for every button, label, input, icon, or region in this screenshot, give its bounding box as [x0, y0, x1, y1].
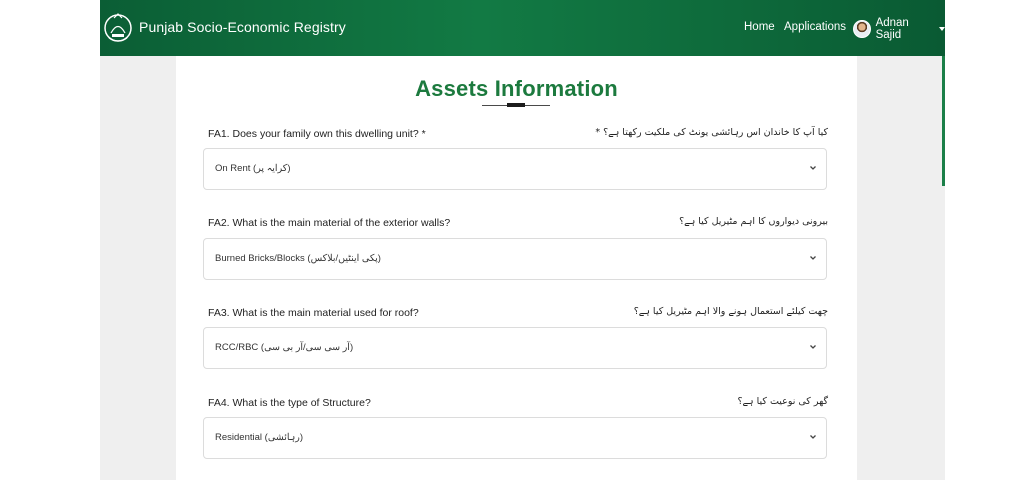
- question-label-fa1: FA1. Does your family own this dwelling …: [208, 128, 426, 140]
- title-underline-accent: [507, 103, 525, 107]
- assets-form-card: Assets Information FA1. Does your family…: [176, 56, 857, 480]
- chevron-down-icon: [810, 345, 816, 349]
- select-value: Residential (رہائشی): [215, 432, 304, 443]
- question-label-fa4: FA4. What is the type of Structure?: [208, 397, 371, 409]
- question-urdu-fa2: بیرونی دیواروں کا اہم مٹیریل کیا ہے؟: [679, 216, 828, 227]
- punjab-emblem-icon[interactable]: [102, 10, 134, 46]
- page-title: Assets Information: [415, 76, 618, 101]
- scroll-indicator: [942, 56, 945, 186]
- select-value: RCC/RBC (آر سی سی/آر بی سی): [215, 342, 354, 353]
- avatar: [853, 20, 871, 38]
- user-name: Adnan Sajid: [875, 17, 909, 41]
- question-label-fa3: FA3. What is the main material used for …: [208, 307, 419, 319]
- select-fa1-dwelling-ownership[interactable]: On Rent (کرایہ پر): [203, 148, 827, 190]
- question-urdu-fa3: چھت کیلئے استعمال ہونے والا اہم مٹیریل ک…: [633, 306, 828, 317]
- nav-applications-link[interactable]: Applications: [784, 21, 846, 33]
- select-fa3-roof-material[interactable]: RCC/RBC (آر سی سی/آر بی سی): [203, 327, 827, 369]
- user-menu[interactable]: Adnan Sajid: [853, 17, 945, 41]
- select-value: Burned Bricks/Blocks (پکی اینٹیں/بلاکس): [215, 253, 381, 264]
- select-value: On Rent (کرایہ پر): [215, 163, 291, 174]
- chevron-down-icon: [810, 256, 816, 260]
- top-navbar: Punjab Socio-Economic Registry Home Appl…: [100, 0, 945, 56]
- select-fa4-structure-type[interactable]: Residential (رہائشی): [203, 417, 827, 459]
- chevron-down-icon: [810, 435, 816, 439]
- caret-down-icon: [939, 27, 945, 31]
- nav-home-link[interactable]: Home: [744, 21, 775, 33]
- brand-title[interactable]: Punjab Socio-Economic Registry: [139, 19, 346, 35]
- select-fa2-exterior-walls[interactable]: Burned Bricks/Blocks (پکی اینٹیں/بلاکس): [203, 238, 827, 280]
- question-urdu-fa4: گھر کی نوعیت کیا ہے؟: [737, 396, 828, 407]
- question-urdu-fa1: کیا آپ کا خاندان اس رہائشی یونٹ کی ملکیت…: [595, 127, 828, 138]
- chevron-down-icon: [810, 166, 816, 170]
- question-label-fa2: FA2. What is the main material of the ex…: [208, 217, 451, 229]
- app-frame: Punjab Socio-Economic Registry Home Appl…: [100, 0, 945, 480]
